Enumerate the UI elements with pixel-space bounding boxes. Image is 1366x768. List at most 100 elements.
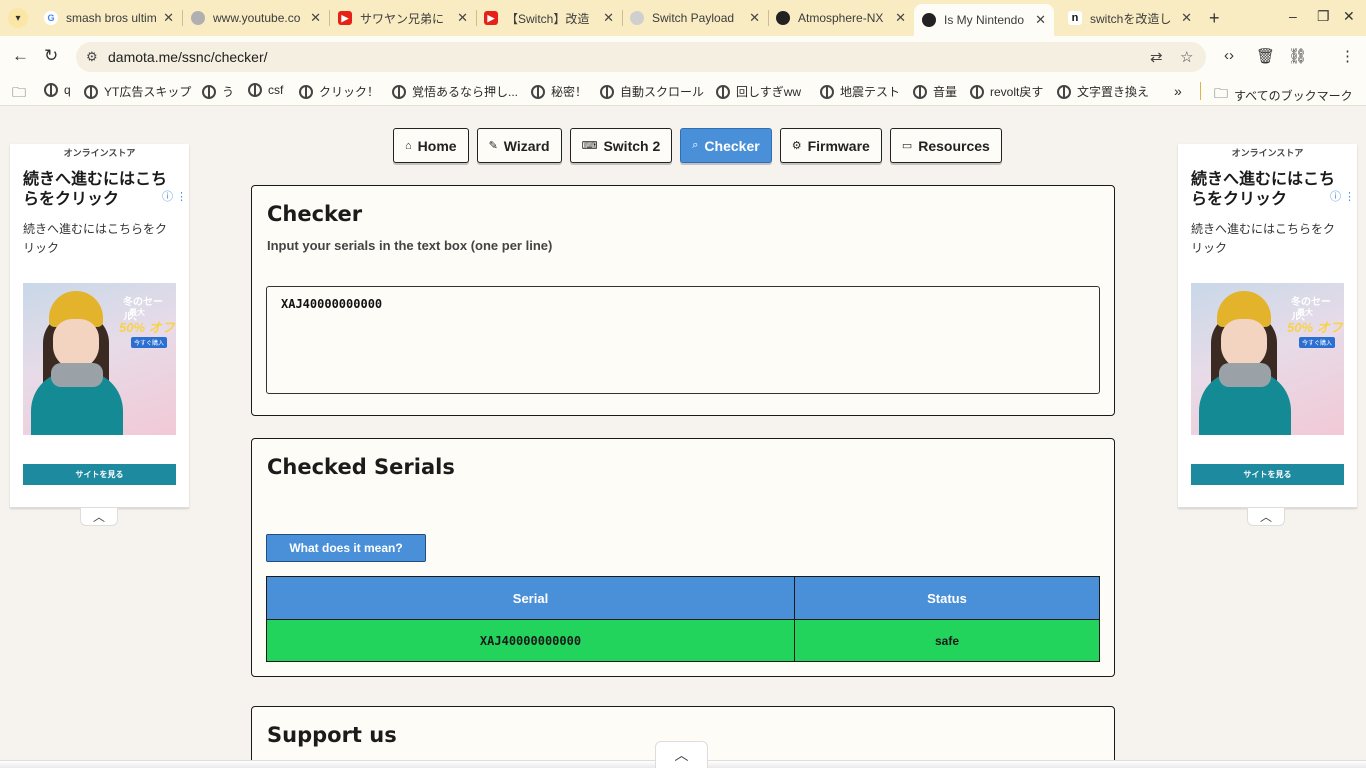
tab-5[interactable]: Atmosphere-NX ✕ (768, 4, 914, 32)
what-does-it-mean-button[interactable]: What does it mean? (266, 534, 426, 562)
bookmark-10[interactable]: 音量 (913, 83, 957, 100)
tab-title: サワヤン兄弟に (360, 11, 445, 26)
wand-icon: ✎ (488, 140, 498, 152)
chevron-up-icon[interactable]: ︿ (80, 508, 118, 526)
back-icon[interactable]: ← (12, 46, 29, 66)
chevron-up-icon[interactable]: ︿ (655, 741, 708, 768)
search-icon: ⌕ (692, 139, 699, 151)
status-column-header: Status (794, 576, 1100, 620)
checker-card: Checker Input your serials in the text b… (251, 185, 1115, 416)
bookmark-8[interactable]: 回しすぎww (716, 83, 801, 100)
more-bookmarks-icon[interactable]: » (1174, 83, 1182, 99)
page-content: ⌂ Home ✎ Wizard ⌨ Switch 2 ⌕ Checker ⚙ Firmwa… (0, 106, 1366, 768)
nav-switch2-button[interactable]: ⌨ Switch 2 (569, 128, 673, 163)
tab-2[interactable]: ▶ サワヤン兄弟に ✕ (330, 4, 476, 32)
close-icon[interactable]: ✕ (310, 10, 321, 26)
tab-6-active[interactable]: Is My Nintendo ✕ (914, 4, 1054, 36)
nav-wizard-button[interactable]: ✎ Wizard (476, 128, 562, 163)
close-icon[interactable]: ✕ (163, 10, 174, 26)
gamepad-icon: ⌨ (581, 140, 598, 152)
chip-icon: ⚙ (791, 140, 802, 152)
bookmark-divider (1200, 82, 1201, 100)
trash-icon[interactable]: 🗑 (1256, 47, 1275, 65)
ad-left[interactable]: オンラインストア 続きへ進むにはこちらをクリック ⓘ ⋮ 続きへ進むにはこちらを… (10, 144, 189, 508)
nav-resources-button[interactable]: ▭ Resources (889, 128, 1002, 163)
site-info-icon[interactable]: ⚙ (86, 49, 98, 65)
ad-figure-scarf (51, 363, 103, 387)
close-icon[interactable]: ✕ (603, 10, 614, 26)
table-row: XAJ40000000000 safe (266, 619, 1100, 662)
close-icon[interactable]: ✕ (895, 10, 906, 26)
site-nav: ⌂ Home ✎ Wizard ⌨ Switch 2 ⌕ Checker ⚙ Firmwa… (393, 128, 1002, 163)
ad-figure-face (1221, 319, 1267, 369)
info-icon[interactable]: ⓘ ⋮ (1330, 188, 1355, 204)
all-bookmarks-folder[interactable]: 🗀 すべてのブックマーク (1214, 83, 1353, 107)
bookmark-11[interactable]: revolt戻す (970, 83, 1043, 100)
new-tab-icon[interactable]: + (1209, 8, 1220, 29)
tab-title: Switch Payload (652, 11, 735, 25)
bookmark-3[interactable]: csf (248, 83, 283, 97)
tab-title: Is My Nintendo (944, 13, 1025, 27)
menu-icon[interactable]: ⋮ (1340, 47, 1355, 65)
tab-7[interactable]: n switchを改造し ✕ (1060, 4, 1200, 32)
tab-title: switchを改造し (1090, 11, 1172, 26)
bookmark-0[interactable]: q (44, 83, 71, 97)
home-icon: ⌂ (405, 139, 412, 152)
close-icon[interactable]: ✕ (1181, 10, 1192, 26)
bookmark-1[interactable]: YT広告スキップ (84, 83, 191, 100)
tab-0[interactable]: G smash bros ultim ✕ (36, 4, 182, 32)
link-icon[interactable]: ⛓ (1288, 47, 1307, 65)
site-favicon-icon (922, 13, 936, 27)
folder-icon[interactable]: 🗀 (12, 82, 26, 106)
ad-sale-buy: 今すぐ購入 (131, 337, 168, 348)
info-icon[interactable]: ⓘ ⋮ (162, 188, 187, 204)
youtube-icon: ▶ (338, 11, 352, 25)
bookmark-7[interactable]: 自動スクロール (600, 83, 704, 100)
restore-icon[interactable]: ❐ (1317, 8, 1330, 25)
serial-column-header: Serial (266, 576, 795, 620)
checked-serials-card: Checked Serials What does it mean? Seria… (251, 438, 1115, 677)
ad-image[interactable]: 冬のセール、 最大 50% オフ 今すぐ購入 (23, 283, 176, 435)
bookmark-5[interactable]: 覚悟あるなら押し... (392, 83, 518, 100)
tab-1[interactable]: www.youtube.co ✕ (183, 4, 329, 32)
checker-title: Checker (267, 202, 363, 226)
devtools-icon[interactable]: ‹› (1224, 47, 1234, 64)
status-cell: safe (794, 619, 1100, 662)
chevron-up-icon[interactable]: ︿ (1247, 508, 1285, 526)
bookmark-2[interactable]: う (202, 83, 234, 100)
nav-home-button[interactable]: ⌂ Home (393, 128, 469, 163)
globe-icon (84, 84, 98, 99)
bookmark-4[interactable]: クリック！ (299, 83, 379, 100)
tab-search-icon[interactable]: ▾ (8, 8, 28, 28)
globe-icon (1057, 84, 1071, 99)
close-icon[interactable]: ✕ (1035, 12, 1046, 28)
close-icon[interactable]: ✕ (749, 10, 760, 26)
ad-cta-button[interactable]: サイトを見る (1191, 464, 1344, 485)
ad-figure-scarf (1219, 363, 1271, 387)
bookmark-9[interactable]: 地震テスト (820, 83, 900, 100)
globe-icon (600, 84, 614, 99)
translate-icon[interactable]: ⇄ (1150, 48, 1163, 66)
serials-table: Serial Status XAJ40000000000 safe (266, 576, 1100, 662)
ad-right[interactable]: オンラインストア 続きへ進むにはこちらをクリック ⓘ ⋮ 続きへ進むにはこちらを… (1178, 144, 1357, 508)
reload-icon[interactable]: ↻ (44, 46, 58, 66)
close-window-icon[interactable]: ✕ (1343, 8, 1355, 25)
url-text[interactable]: damota.me/ssnc/checker/ (108, 49, 268, 65)
globe-icon (248, 83, 262, 97)
ad-cta-button[interactable]: サイトを見る (23, 464, 176, 485)
nav-checker-button[interactable]: ⌕ Checker (680, 128, 772, 163)
tab-4[interactable]: Switch Payload ✕ (622, 4, 768, 32)
tab-3[interactable]: ▶ 【Switch】改造 ✕ (476, 4, 622, 32)
nav-firmware-button[interactable]: ⚙ Firmware (779, 128, 882, 163)
bookmark-6[interactable]: 秘密！ (531, 83, 587, 100)
bookmark-star-icon[interactable]: ☆ (1180, 48, 1193, 66)
bookmark-12[interactable]: 文字置き換え (1057, 83, 1149, 100)
minimize-icon[interactable]: – (1289, 8, 1297, 24)
ad-headline[interactable]: 続きへ進むにはこちらをクリック (1191, 170, 1341, 210)
ad-image[interactable]: 冬のセール、 最大 50% オフ 今すぐ購入 (1191, 283, 1344, 435)
globe-icon (531, 84, 545, 99)
serial-input[interactable]: XAJ40000000000 (266, 286, 1100, 394)
close-icon[interactable]: ✕ (457, 10, 468, 26)
ad-headline[interactable]: 続きへ進むにはこちらをクリック (23, 170, 173, 210)
globe-icon (191, 11, 205, 25)
